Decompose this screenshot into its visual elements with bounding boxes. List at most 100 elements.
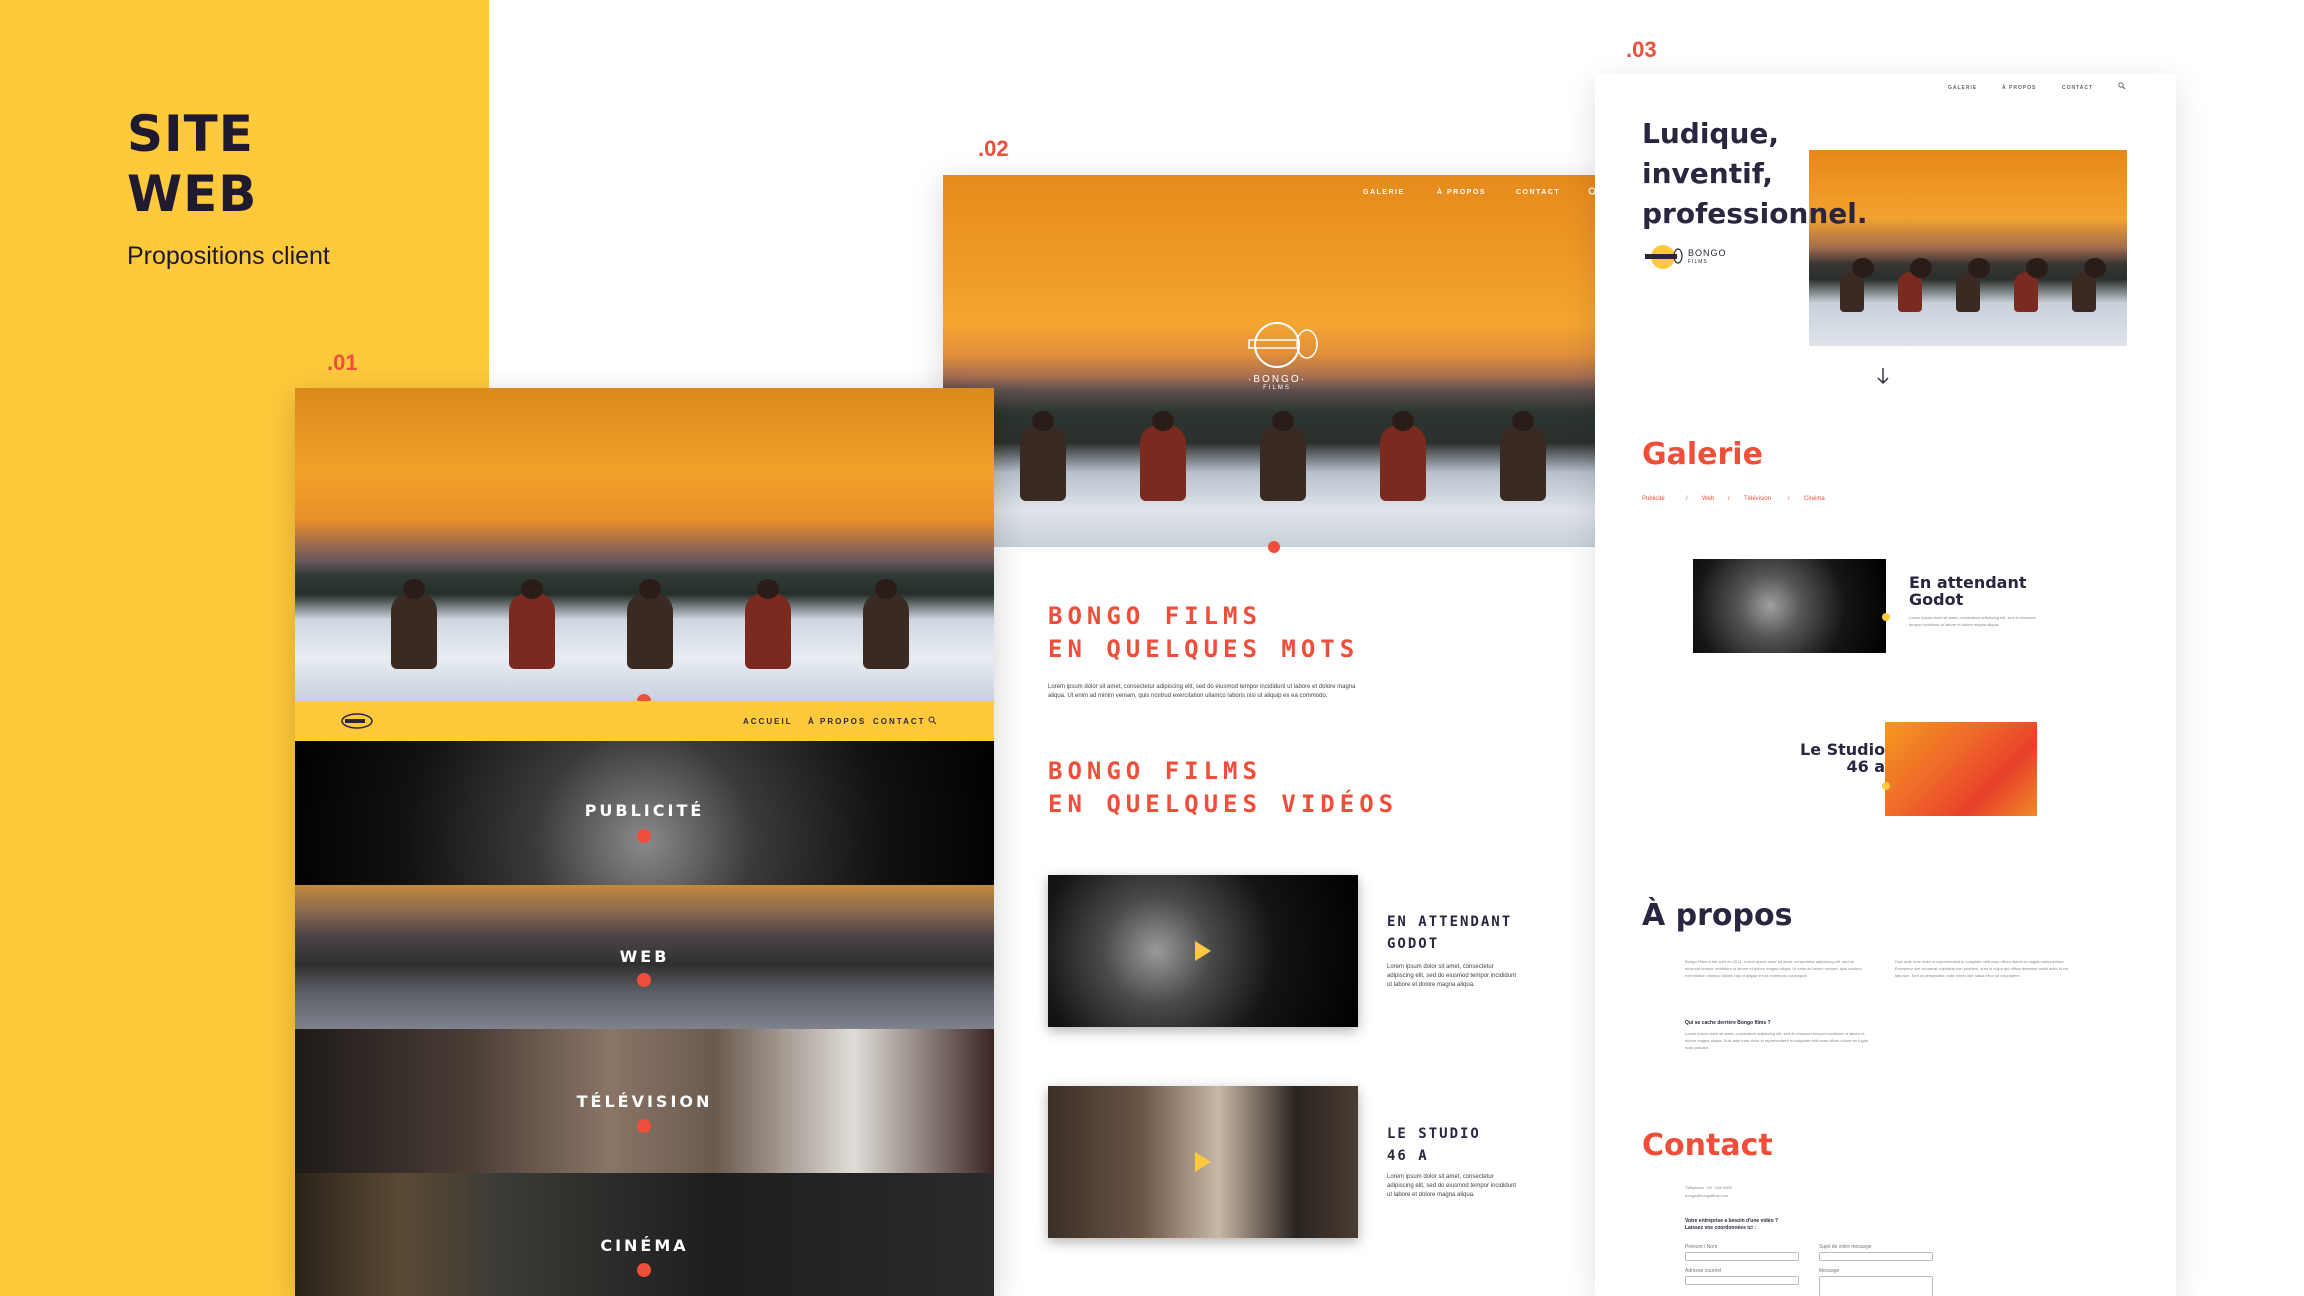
category-television[interactable]: TÉLÉVISION [295,1029,994,1173]
tagline-line3: professionnel. [1642,197,1868,230]
mockup-02: GALERIE À PROPOS CONTACT ·BONGO· FILMS B… [943,175,1616,1296]
nav-galerie[interactable]: GALERIE [1363,189,1405,196]
field-label-email: Adresse courriel [1685,1268,1722,1274]
email-field[interactable] [1685,1276,1799,1285]
nav-accueil[interactable]: ACCUEIL [743,717,793,726]
search-icon[interactable] [2118,82,2126,90]
video-thumbnail-studio[interactable] [1048,1086,1358,1238]
logo-subtext: FILMS [1263,385,1291,391]
video-title-godot: EN ATTENDANT GODOT [1387,911,1512,955]
hero-image-snow-field [295,388,994,701]
hero-image-snow-field: GALERIE À PROPOS CONTACT ·BONGO· FILMS [943,175,1616,547]
video-title-studio: LE STUDIO 46 A [1387,1123,1481,1167]
filter-cinema[interactable]: Cinéma [1804,496,1825,502]
label-03: .03 [1626,37,1657,62]
filter-separator: / [1686,496,1688,502]
filter-web[interactable]: Web [1702,496,1714,502]
play-icon[interactable] [1193,939,1213,963]
walking-people-illustration [983,411,1583,501]
subject-field[interactable] [1819,1252,1933,1261]
galerie-heading: Galerie [1642,437,1763,472]
section-words-body: Lorem ipsum dolor sit amet, consectetur … [1048,684,1356,699]
form-intro-line1: Votre entreprise a besoin d'une vidéo ? [1685,1218,1779,1224]
gallery-card-title-studio-line2: 46 a [1846,757,1886,776]
search-icon[interactable] [928,716,937,725]
label-01: .01 [327,350,358,375]
video-title-studio-line2: 46 A [1387,1148,1429,1164]
field-label-message: Message [1819,1268,1840,1274]
filter-publicite[interactable]: Publicité [1642,496,1665,502]
filter-television[interactable]: Télévision [1744,496,1771,502]
section-title-videos-line1: BONGO FILMS [1048,757,1262,785]
category-label: CINÉMA [600,1236,689,1255]
nav-a-propos[interactable]: À PROPOS [2002,85,2036,91]
about-col1b-text: Lorem ipsum dolor sit amet, consectetur … [1685,1031,1868,1050]
video-title-godot-line2: GODOT [1387,936,1440,952]
section-title-videos-line2: EN QUELQUES VIDÉOS [1048,790,1399,818]
bongo-logo: ·BONGO· FILMS [1227,320,1327,391]
logo-text: ·BONGO· [1248,374,1306,385]
form-intro-line2: Laissez vos coordonnées ici : [1685,1225,1756,1231]
message-field[interactable] [1819,1276,1933,1296]
walking-people-illustration [355,579,945,669]
trumpet-logo-icon[interactable] [340,712,374,730]
nav-a-propos[interactable]: À PROPOS [1437,189,1486,196]
mockup-01: ACCUEIL À PROPOS CONTACT PUBLICITÉ WEB T… [295,388,994,1296]
name-field[interactable] [1685,1252,1799,1261]
gallery-thumbnail-godot[interactable] [1693,559,1886,653]
tagline-line1: Ludique, [1642,117,1780,150]
category-cinema[interactable]: CINÉMA [295,1173,994,1296]
nav-galerie[interactable]: GALERIE [1948,85,1977,91]
gallery-dot[interactable] [1882,782,1890,790]
about-col1-text: Bongo Films a été créé en 2011. Lorem ip… [1685,959,1862,978]
section-title-words-line2: EN QUELQUES MOTS [1048,635,1360,663]
walking-people-illustration [1823,258,2113,312]
bongo-logo: BONGO FILMS [1642,244,1742,270]
nav-a-propos[interactable]: À PROPOS [808,717,866,726]
section-title-words-line1: BONGO FILMS [1048,602,1262,630]
yellow-nav-bar: ACCUEIL À PROPOS CONTACT [295,701,994,741]
nav-contact[interactable]: CONTACT [2062,85,2093,91]
nav-contact[interactable]: CONTACT [873,717,926,726]
contact-email[interactable]: bongo@bongofilms.com [1685,1192,1728,1199]
arrow-down-icon[interactable] [1875,366,1891,386]
category-web[interactable]: WEB [295,885,994,1029]
arrow-button[interactable] [637,829,651,843]
gallery-thumbnail-studio[interactable] [1885,722,2037,816]
video-title-studio-line1: LE STUDIO [1387,1126,1481,1142]
category-publicite[interactable]: PUBLICITÉ [295,741,994,885]
about-question: Qui se cache derrière Bongo films ? [1685,1020,1771,1026]
arrow-button[interactable] [637,973,651,987]
play-icon[interactable] [1193,1150,1213,1174]
category-label: TÉLÉVISION [576,1092,713,1111]
title-line-2: WEB [127,165,258,223]
arrow-button[interactable] [637,1119,651,1133]
trumpet-logo-icon [1248,322,1318,368]
mockup-03: GALERIE À PROPOS CONTACT Ludique, invent… [1595,74,2176,1296]
nav-contact[interactable]: CONTACT [1516,189,1560,196]
gallery-card-title-godot-line1: En attendant [1909,573,2027,592]
section-title-words: BONGO FILMS EN QUELQUES MOTS [1048,600,1359,666]
category-label: WEB [619,947,670,966]
gallery-card-title-godot-line2: Godot [1909,590,1964,609]
arrow-button[interactable] [637,1263,651,1277]
a-propos-heading: À propos [1642,898,1793,933]
title-line-1: SITE [127,105,254,163]
video-body-godot: Lorem ipsum dolor sit amet, consectetur … [1387,964,1517,988]
trumpet-logo-icon [1645,245,1683,269]
logo-text: BONGO [1688,248,1727,258]
video-title-godot-line1: EN ATTENDANT [1387,914,1513,930]
presentation-subtitle: Propositions client [127,242,330,270]
presentation-title: SITE WEB [127,104,257,224]
scroll-down-button[interactable] [1268,541,1280,553]
contact-phone: Téléphone : 00 · 000 0000 [1685,1185,1732,1190]
gallery-card-title-godot: En attendant Godot [1909,574,2027,608]
tagline-line2: inventif, [1642,157,1773,190]
video-body-studio: Lorem ipsum dolor sit amet, consectetur … [1387,1174,1517,1198]
form-intro: Votre entreprise a besoin d'une vidéo ? … [1685,1218,1778,1232]
gallery-dot[interactable] [1882,613,1890,621]
gallery-card-title-studio-line1: Le Studio [1800,740,1886,759]
field-label-subject: Sujet de votre message [1819,1244,1872,1250]
section-title-videos: BONGO FILMS EN QUELQUES VIDÉOS [1048,755,1398,821]
video-thumbnail-godot[interactable] [1048,875,1358,1027]
